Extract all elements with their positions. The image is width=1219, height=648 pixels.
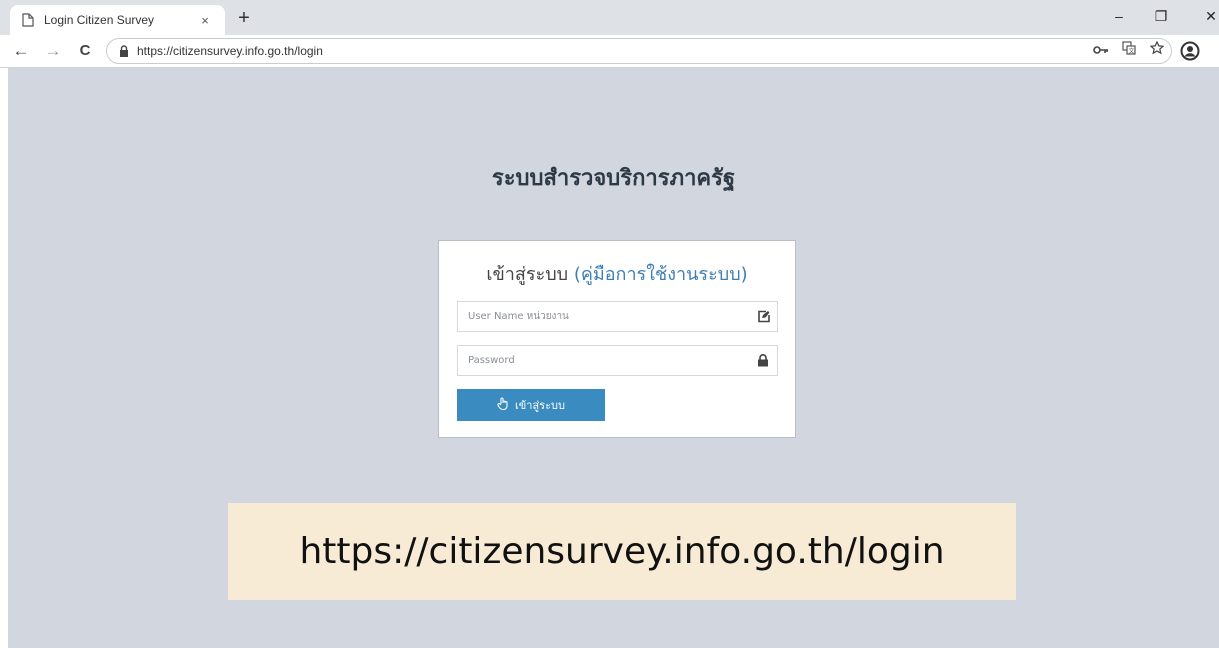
url-banner: https://citizensurvey.info.go.th/login: [228, 503, 1016, 600]
page-viewport: ระบบสำรวจบริการภาครัฐ เข้าสู่ระบบ (คู่มื…: [0, 68, 1219, 648]
login-heading-text: เข้าสู่ระบบ: [486, 264, 574, 285]
tab-title: Login Citizen Survey: [44, 13, 155, 27]
lock-icon: [119, 45, 129, 57]
page-icon: [22, 13, 34, 27]
lock-icon: [749, 346, 777, 375]
username-field[interactable]: [457, 301, 778, 332]
password-field[interactable]: [457, 345, 778, 376]
address-bar[interactable]: https://citizensurvey.info.go.th/login 文: [106, 38, 1172, 64]
back-button[interactable]: ←: [10, 39, 32, 63]
username-input[interactable]: [458, 301, 749, 332]
svg-text:文: 文: [1129, 47, 1135, 55]
edit-icon: [749, 302, 777, 331]
restore-button[interactable]: ❐: [1146, 4, 1176, 28]
close-window-button[interactable]: ✕: [1196, 4, 1219, 28]
reload-button[interactable]: C: [74, 39, 96, 63]
hand-pointer-icon: [497, 397, 509, 413]
tab-close-icon[interactable]: ×: [193, 13, 217, 28]
login-button[interactable]: เข้าสู่ระบบ: [457, 389, 605, 421]
url-banner-text: https://citizensurvey.info.go.th/login: [299, 531, 945, 572]
key-icon[interactable]: [1087, 40, 1115, 62]
url-text[interactable]: https://citizensurvey.info.go.th/login: [137, 44, 1087, 58]
translate-icon[interactable]: 文: [1115, 40, 1143, 62]
password-input[interactable]: [458, 345, 749, 376]
tab-strip: Login Citizen Survey × + – ❐ ✕: [0, 0, 1219, 35]
minimize-button[interactable]: –: [1104, 4, 1134, 28]
login-button-label: เข้าสู่ระบบ: [515, 399, 565, 412]
site-title: ระบบสำรวจบริการภาครัฐ: [491, 166, 736, 191]
user-manual-link[interactable]: (คู่มือการใช้งานระบบ): [574, 264, 748, 285]
account-circle-icon[interactable]: [1180, 41, 1200, 61]
login-heading: เข้าสู่ระบบ (คู่มือการใช้งานระบบ): [439, 259, 795, 288]
browser-toolbar: ← → C https://citizensurvey.info.go.th/l…: [0, 35, 1219, 68]
page-background: ระบบสำรวจบริการภาครัฐ เข้าสู่ระบบ (คู่มื…: [8, 68, 1219, 648]
star-icon[interactable]: [1143, 40, 1171, 62]
new-tab-button[interactable]: +: [232, 6, 256, 30]
login-card: เข้าสู่ระบบ (คู่มือการใช้งานระบบ) เข้าสู…: [438, 240, 796, 438]
browser-tab[interactable]: Login Citizen Survey ×: [10, 5, 225, 35]
forward-button[interactable]: →: [42, 39, 64, 63]
